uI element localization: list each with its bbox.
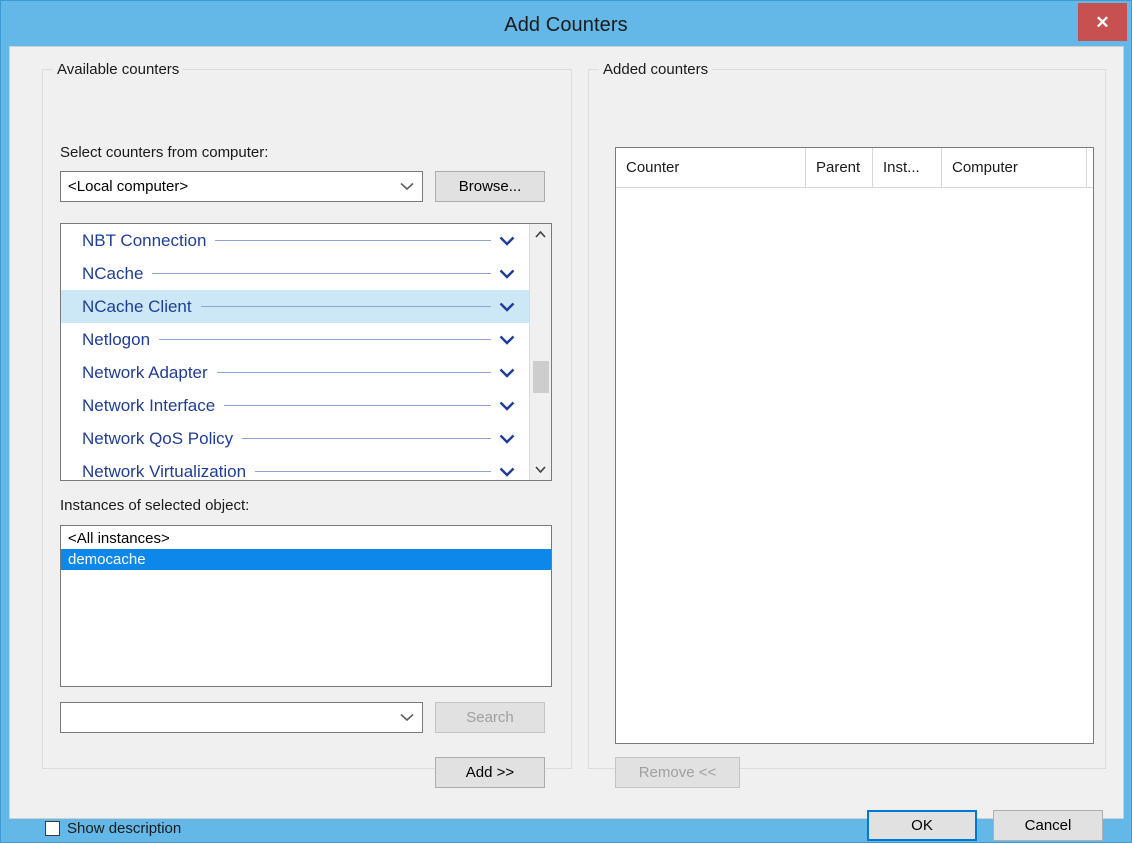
scrollbar-thumb[interactable]: [533, 361, 549, 393]
tree-item-connector: [242, 438, 491, 439]
list-item[interactable]: democache: [61, 549, 551, 570]
cancel-button[interactable]: Cancel: [993, 810, 1103, 841]
show-description-checkbox[interactable]: Show description: [45, 820, 181, 837]
remove-button[interactable]: Remove <<: [615, 757, 740, 788]
computer-combo-value: <Local computer>: [68, 178, 189, 195]
tree-item-connector: [216, 372, 491, 373]
page-title: Add Counters: [504, 14, 628, 36]
search-input[interactable]: [60, 702, 423, 733]
tree-item-label: Network QoS Policy: [82, 428, 234, 448]
chevron-down-icon[interactable]: [491, 269, 523, 279]
added-counters-legend: Added counters: [599, 61, 713, 78]
add-counters-dialog: Add Counters ✕ Available counters Select…: [0, 0, 1132, 843]
tree-rows: NBT Connection NCache NCache Client Netlogo…: [61, 224, 529, 480]
chevron-down-icon[interactable]: [491, 368, 523, 378]
add-button[interactable]: Add >>: [435, 757, 545, 788]
list-item[interactable]: <All instances>: [61, 528, 551, 549]
tree-item-label: Network Virtualization: [82, 461, 247, 481]
chevron-down-icon: [392, 172, 422, 201]
tree-item-connector: [255, 471, 491, 472]
tree-item-label: Network Interface: [82, 395, 216, 415]
browse-button[interactable]: Browse...: [435, 171, 545, 202]
tree-item[interactable]: NCache: [61, 257, 529, 290]
available-counters-tree[interactable]: NBT Connection NCache NCache Client Netlogo…: [60, 223, 552, 481]
tree-item-label: NBT Connection: [82, 230, 207, 250]
available-counters-legend: Available counters: [53, 61, 184, 78]
tree-item-connector: [200, 306, 491, 307]
title-bar: Add Counters ✕: [1, 1, 1131, 50]
tree-item-connector: [152, 273, 491, 274]
tree-item-connector: [224, 405, 491, 406]
checkbox-box: [45, 821, 60, 836]
tree-item-connector: [215, 240, 491, 241]
tree-scrollbar[interactable]: [529, 224, 551, 480]
column-header[interactable]: Inst...: [873, 148, 942, 187]
column-header[interactable]: Counter: [616, 148, 806, 187]
column-header[interactable]: Computer: [942, 148, 1087, 187]
tree-item-label: Netlogon: [82, 329, 151, 349]
tree-item[interactable]: Netlogon: [61, 323, 529, 356]
chevron-down-icon[interactable]: [491, 467, 523, 477]
search-button[interactable]: Search: [435, 702, 545, 733]
tree-item-label: Network Adapter: [82, 362, 208, 382]
select-counters-label: Select counters from computer:: [60, 144, 269, 161]
scroll-up-icon[interactable]: [530, 224, 551, 245]
instances-listbox[interactable]: <All instances> democache: [60, 525, 552, 687]
tree-item[interactable]: NCache Client: [61, 290, 529, 323]
tree-item-connector: [159, 339, 491, 340]
chevron-down-icon[interactable]: [491, 434, 523, 444]
tree-item[interactable]: NBT Connection: [61, 224, 529, 257]
scroll-down-icon[interactable]: [530, 459, 551, 480]
table-header-row: Counter Parent Inst... Computer: [616, 148, 1093, 188]
tree-item-label: NCache Client: [82, 296, 192, 316]
ok-button[interactable]: OK: [867, 810, 977, 841]
tree-item[interactable]: Network Virtualization: [61, 455, 529, 480]
chevron-down-icon[interactable]: [491, 401, 523, 411]
tree-item[interactable]: Network QoS Policy: [61, 422, 529, 455]
tree-item[interactable]: Network Adapter: [61, 356, 529, 389]
column-header[interactable]: [1087, 148, 1093, 187]
instances-label: Instances of selected object:: [60, 497, 250, 514]
table-body[interactable]: [616, 188, 1093, 743]
dialog-client-area: Available counters Select counters from …: [9, 46, 1124, 841]
tree-item[interactable]: Network Interface: [61, 389, 529, 422]
show-description-label: Show description: [67, 820, 182, 837]
chevron-down-icon[interactable]: [491, 335, 523, 345]
chevron-down-icon: [392, 703, 422, 732]
tree-item-label: NCache: [82, 263, 144, 283]
column-header[interactable]: Parent: [806, 148, 873, 187]
chevron-down-icon[interactable]: [491, 236, 523, 246]
close-icon[interactable]: ✕: [1078, 3, 1127, 41]
computer-combo[interactable]: <Local computer>: [60, 171, 423, 202]
chevron-down-icon[interactable]: [491, 302, 523, 312]
added-counters-table[interactable]: Counter Parent Inst... Computer: [615, 147, 1094, 744]
